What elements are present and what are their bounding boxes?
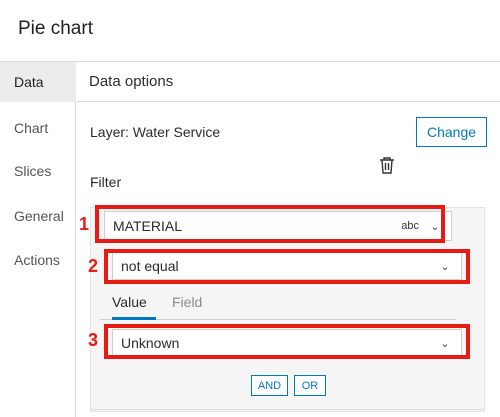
sidebar-item-label: Slices (14, 163, 52, 179)
active-tab-indicator (112, 317, 156, 320)
sidebar-item-label: Actions (14, 252, 60, 268)
field-select-value: MATERIAL (113, 218, 182, 234)
sidebar-nav: Data Chart Slices General Actions (0, 62, 76, 417)
change-layer-button[interactable]: Change (416, 117, 487, 147)
sidebar-item-label: General (14, 208, 64, 224)
operator-select-value: not equal (121, 258, 179, 274)
value-select[interactable]: Unknown ⌄ (112, 329, 462, 357)
sidebar-item-label: Chart (14, 120, 49, 136)
panel-title: Pie chart (18, 18, 93, 39)
tab-value[interactable]: Value (112, 294, 147, 310)
field-type-badge: abc (401, 220, 419, 232)
tab-field[interactable]: Field (172, 294, 202, 310)
section-heading: Data options (77, 62, 500, 102)
sidebar-item-data[interactable]: Data (0, 62, 76, 102)
and-button[interactable]: AND (251, 375, 288, 396)
sidebar-item-label: Data (14, 74, 44, 90)
chevron-down-icon: ⌄ (430, 220, 440, 233)
chevron-down-icon: ⌄ (440, 260, 450, 273)
value-select-value: Unknown (121, 335, 180, 351)
sidebar-item-slices[interactable]: Slices (0, 151, 76, 191)
trash-icon[interactable] (379, 156, 395, 174)
annotation-number-3: 3 (88, 330, 99, 350)
bottom-divider (90, 409, 485, 410)
layer-label: Layer: Water Service (90, 124, 221, 140)
annotation-number-2: 2 (88, 256, 99, 276)
operator-select[interactable]: not equal ⌄ (112, 252, 462, 280)
filter-label: Filter (90, 174, 122, 190)
annotation-number-1: 1 (79, 214, 90, 234)
sidebar-item-chart[interactable]: Chart (0, 108, 76, 148)
sidebar-item-actions[interactable]: Actions (0, 240, 76, 280)
field-select[interactable]: MATERIAL abc ⌄ (104, 211, 452, 241)
chevron-down-icon: ⌄ (440, 337, 450, 350)
value-field-tabs: Value Field (100, 290, 456, 320)
sidebar-item-general[interactable]: General (0, 196, 76, 236)
or-button[interactable]: OR (294, 375, 326, 396)
